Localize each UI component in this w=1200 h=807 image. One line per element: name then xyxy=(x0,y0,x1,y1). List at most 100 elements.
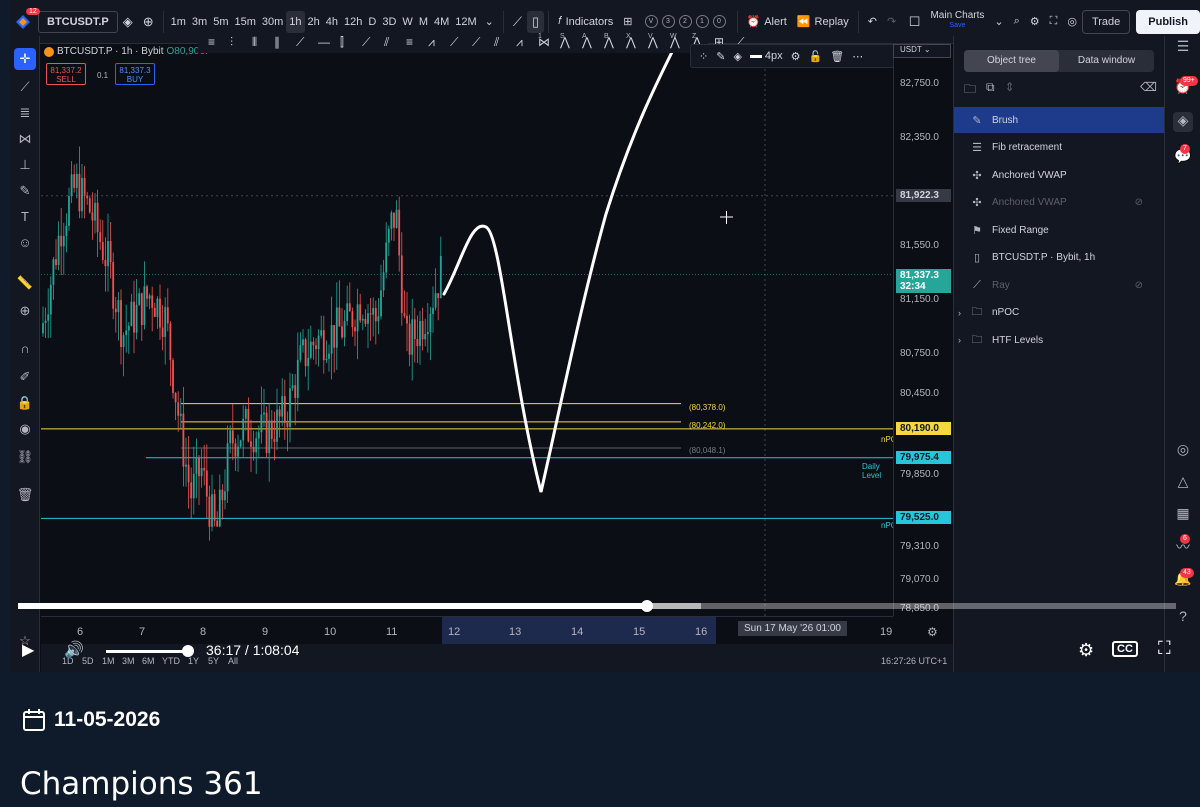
video-fullscreen-icon[interactable]: ⛶ xyxy=(1158,638,1171,659)
timeframe-dropdown-icon[interactable]: ⌄ xyxy=(480,11,499,33)
pattern-icon[interactable]: ⋈ xyxy=(16,130,34,148)
zoom-in-icon[interactable]: ⊕ xyxy=(16,302,34,320)
timeframe-1m[interactable]: 1m xyxy=(168,11,189,33)
chart-pane[interactable]: BTCUSDT.P · 1h · Bybit O80,906. 81,337.2… xyxy=(41,44,893,616)
timeframe-5m[interactable]: 5m xyxy=(210,11,231,33)
timeframe-W[interactable]: W xyxy=(399,11,415,33)
text-tool-icon[interactable]: T xyxy=(16,208,34,226)
chart-canvas[interactable] xyxy=(41,44,893,616)
undo-icon[interactable]: ↶ xyxy=(863,11,882,33)
drawing-tool-icon[interactable]: ⟋ xyxy=(296,35,304,50)
drawing-tool-icon[interactable]: ⫿ xyxy=(340,35,344,50)
indicators-button[interactable]: 𝑓 Indicators xyxy=(553,11,618,33)
templates-icon[interactable]: ⊞ xyxy=(618,11,637,33)
line-chart-icon[interactable]: ⟋ xyxy=(508,11,527,33)
remove-all-icon[interactable]: ⌫ xyxy=(1140,80,1157,94)
video-scrubber[interactable] xyxy=(640,600,653,612)
range-1y[interactable]: 1Y xyxy=(188,656,199,666)
drawing-tool-icon[interactable]: ⟋ xyxy=(450,35,458,50)
template-number[interactable]: 3 xyxy=(661,15,675,28)
layout-checkbox-icon[interactable]: ☐ xyxy=(904,11,926,33)
brush-tool-icon[interactable]: ✎ xyxy=(16,182,34,200)
trend-line-icon[interactable]: ⟋ xyxy=(16,78,34,96)
template-icon[interactable]: ⁘ xyxy=(699,50,708,63)
object-tree-item[interactable]: ⟋ Ray ⊘ xyxy=(954,272,1165,298)
object-tree-item[interactable]: ✎ Brush xyxy=(954,107,1165,133)
timeframe-4h[interactable]: 4h xyxy=(323,11,341,33)
chevron-right-icon[interactable]: › xyxy=(958,308,961,318)
replay-button[interactable]: ⏪ Replay xyxy=(792,11,854,33)
pencil-color-icon[interactable]: ✎ xyxy=(716,50,725,63)
quick-search-icon[interactable]: ⌕ xyxy=(1009,11,1025,33)
timeframe-1h[interactable]: 1h xyxy=(286,10,305,33)
cursor-icon[interactable]: ✛ xyxy=(14,48,36,70)
drawing-mode-icon[interactable]: ✐ xyxy=(16,368,34,386)
ruler-icon[interactable]: 📏 xyxy=(16,274,34,292)
object-tree-item[interactable]: › 🗀 nPOC xyxy=(954,300,1165,326)
fib-tool-icon[interactable]: ≣ xyxy=(16,104,34,122)
timeframe-3m[interactable]: 3m xyxy=(189,11,210,33)
object-tree-item[interactable]: ☰ Fib retracement xyxy=(954,135,1165,161)
drawing-tool-icon[interactable]: ≡ xyxy=(406,35,413,49)
delete-drawing-icon[interactable]: 🗑 xyxy=(830,50,844,63)
drawing-tool-icon[interactable]: ⫴ xyxy=(252,35,257,50)
template-number[interactable]: 0 xyxy=(712,15,726,28)
drawing-tool-icon[interactable]: ⩘ xyxy=(516,35,523,50)
drawing-tool-icon[interactable]: ⫽ xyxy=(384,35,389,50)
captions-icon[interactable]: CC xyxy=(1112,641,1138,657)
symbol-search[interactable]: BTCUSDT.P xyxy=(38,10,118,33)
timeframe-2h[interactable]: 2h xyxy=(305,11,323,33)
timeframe-30m[interactable]: 30m xyxy=(259,11,286,33)
range-6m[interactable]: 6M xyxy=(142,656,155,666)
trade-button[interactable]: Trade xyxy=(1081,9,1131,34)
play-icon[interactable]: ▶ xyxy=(22,640,34,660)
timeframe-3D[interactable]: 3D xyxy=(379,11,399,33)
object-tree-item[interactable]: ✣ Anchored VWAP xyxy=(954,162,1165,188)
settings-gear-icon[interactable]: ⚙ xyxy=(791,50,801,63)
template-number[interactable]: 2 xyxy=(678,15,692,28)
main-charts-layout[interactable]: Main Charts Save xyxy=(925,10,989,33)
volume-knob[interactable] xyxy=(182,645,194,657)
range-3m[interactable]: 3M xyxy=(122,656,135,666)
trash-icon[interactable]: 🗑 xyxy=(16,486,34,504)
drawing-tool-icon[interactable]: ⟋ xyxy=(472,35,480,50)
tab-object-tree[interactable]: Object tree xyxy=(964,50,1059,72)
buy-button[interactable]: 81,337.3 BUY xyxy=(115,63,155,85)
drawing-tool-icon[interactable]: — xyxy=(318,35,330,49)
time-axis[interactable]: 6789101112131415161819 Sun 17 May '26 01… xyxy=(41,616,938,645)
fullscreen-icon[interactable]: ⛶ xyxy=(1045,11,1063,33)
hotlist-icon[interactable]: ◎ xyxy=(1173,441,1193,461)
lock-icon[interactable]: 🔒 xyxy=(16,394,34,412)
hidden-eye-icon[interactable]: ⊘ xyxy=(1135,280,1143,291)
candles-icon[interactable]: ▯ xyxy=(527,10,545,33)
more-icon[interactable]: ⋯ xyxy=(852,50,863,63)
drawing-tool-icon[interactable]: ⩘ xyxy=(428,35,435,50)
price-axis[interactable]: 83,000.082,750.082,350.081,550.081,150.0… xyxy=(893,44,953,616)
timeframe-4M[interactable]: 4M xyxy=(431,11,452,33)
alert-button[interactable]: ⏰ Alert xyxy=(742,11,792,33)
settings-icon[interactable]: ⚙ xyxy=(1025,11,1045,33)
chevron-right-icon[interactable]: › xyxy=(958,335,961,345)
timeframe-M[interactable]: M xyxy=(416,11,431,33)
help-icon[interactable]: ? xyxy=(1173,608,1193,628)
publish-button[interactable]: Publish xyxy=(1136,9,1200,34)
object-tree-item[interactable]: ▯ BTCUSDT.P · Bybit, 1h xyxy=(954,245,1165,271)
drawing-tool-icon[interactable]: ⫽ xyxy=(494,35,499,50)
video-settings-icon[interactable]: ⚙ xyxy=(1078,640,1094,661)
snapshot-icon[interactable]: ◎ xyxy=(1062,11,1082,33)
timeframe-12M[interactable]: 12M xyxy=(452,11,479,33)
stroke-width[interactable]: 4px xyxy=(749,50,783,62)
timeframe-D[interactable]: D xyxy=(365,11,379,33)
logo-icon[interactable]: 12 xyxy=(10,7,40,33)
currency-selector[interactable]: USDT ⌄ xyxy=(893,44,951,58)
fill-color-icon[interactable]: ◈ xyxy=(733,50,741,63)
range-ytd[interactable]: YTD xyxy=(162,656,180,666)
volume-icon[interactable]: 🔊 xyxy=(64,640,84,660)
eye-icon[interactable]: ◉ xyxy=(16,420,34,438)
template-number[interactable]: V xyxy=(644,15,658,28)
add-symbol-icon[interactable]: ⊕ xyxy=(138,11,159,33)
video-progress-bar[interactable] xyxy=(18,600,1176,612)
template-numbers[interactable]: V3210 xyxy=(638,11,733,33)
compare-icon[interactable]: ◈ xyxy=(118,11,138,33)
range-1m[interactable]: 1M xyxy=(102,656,115,666)
